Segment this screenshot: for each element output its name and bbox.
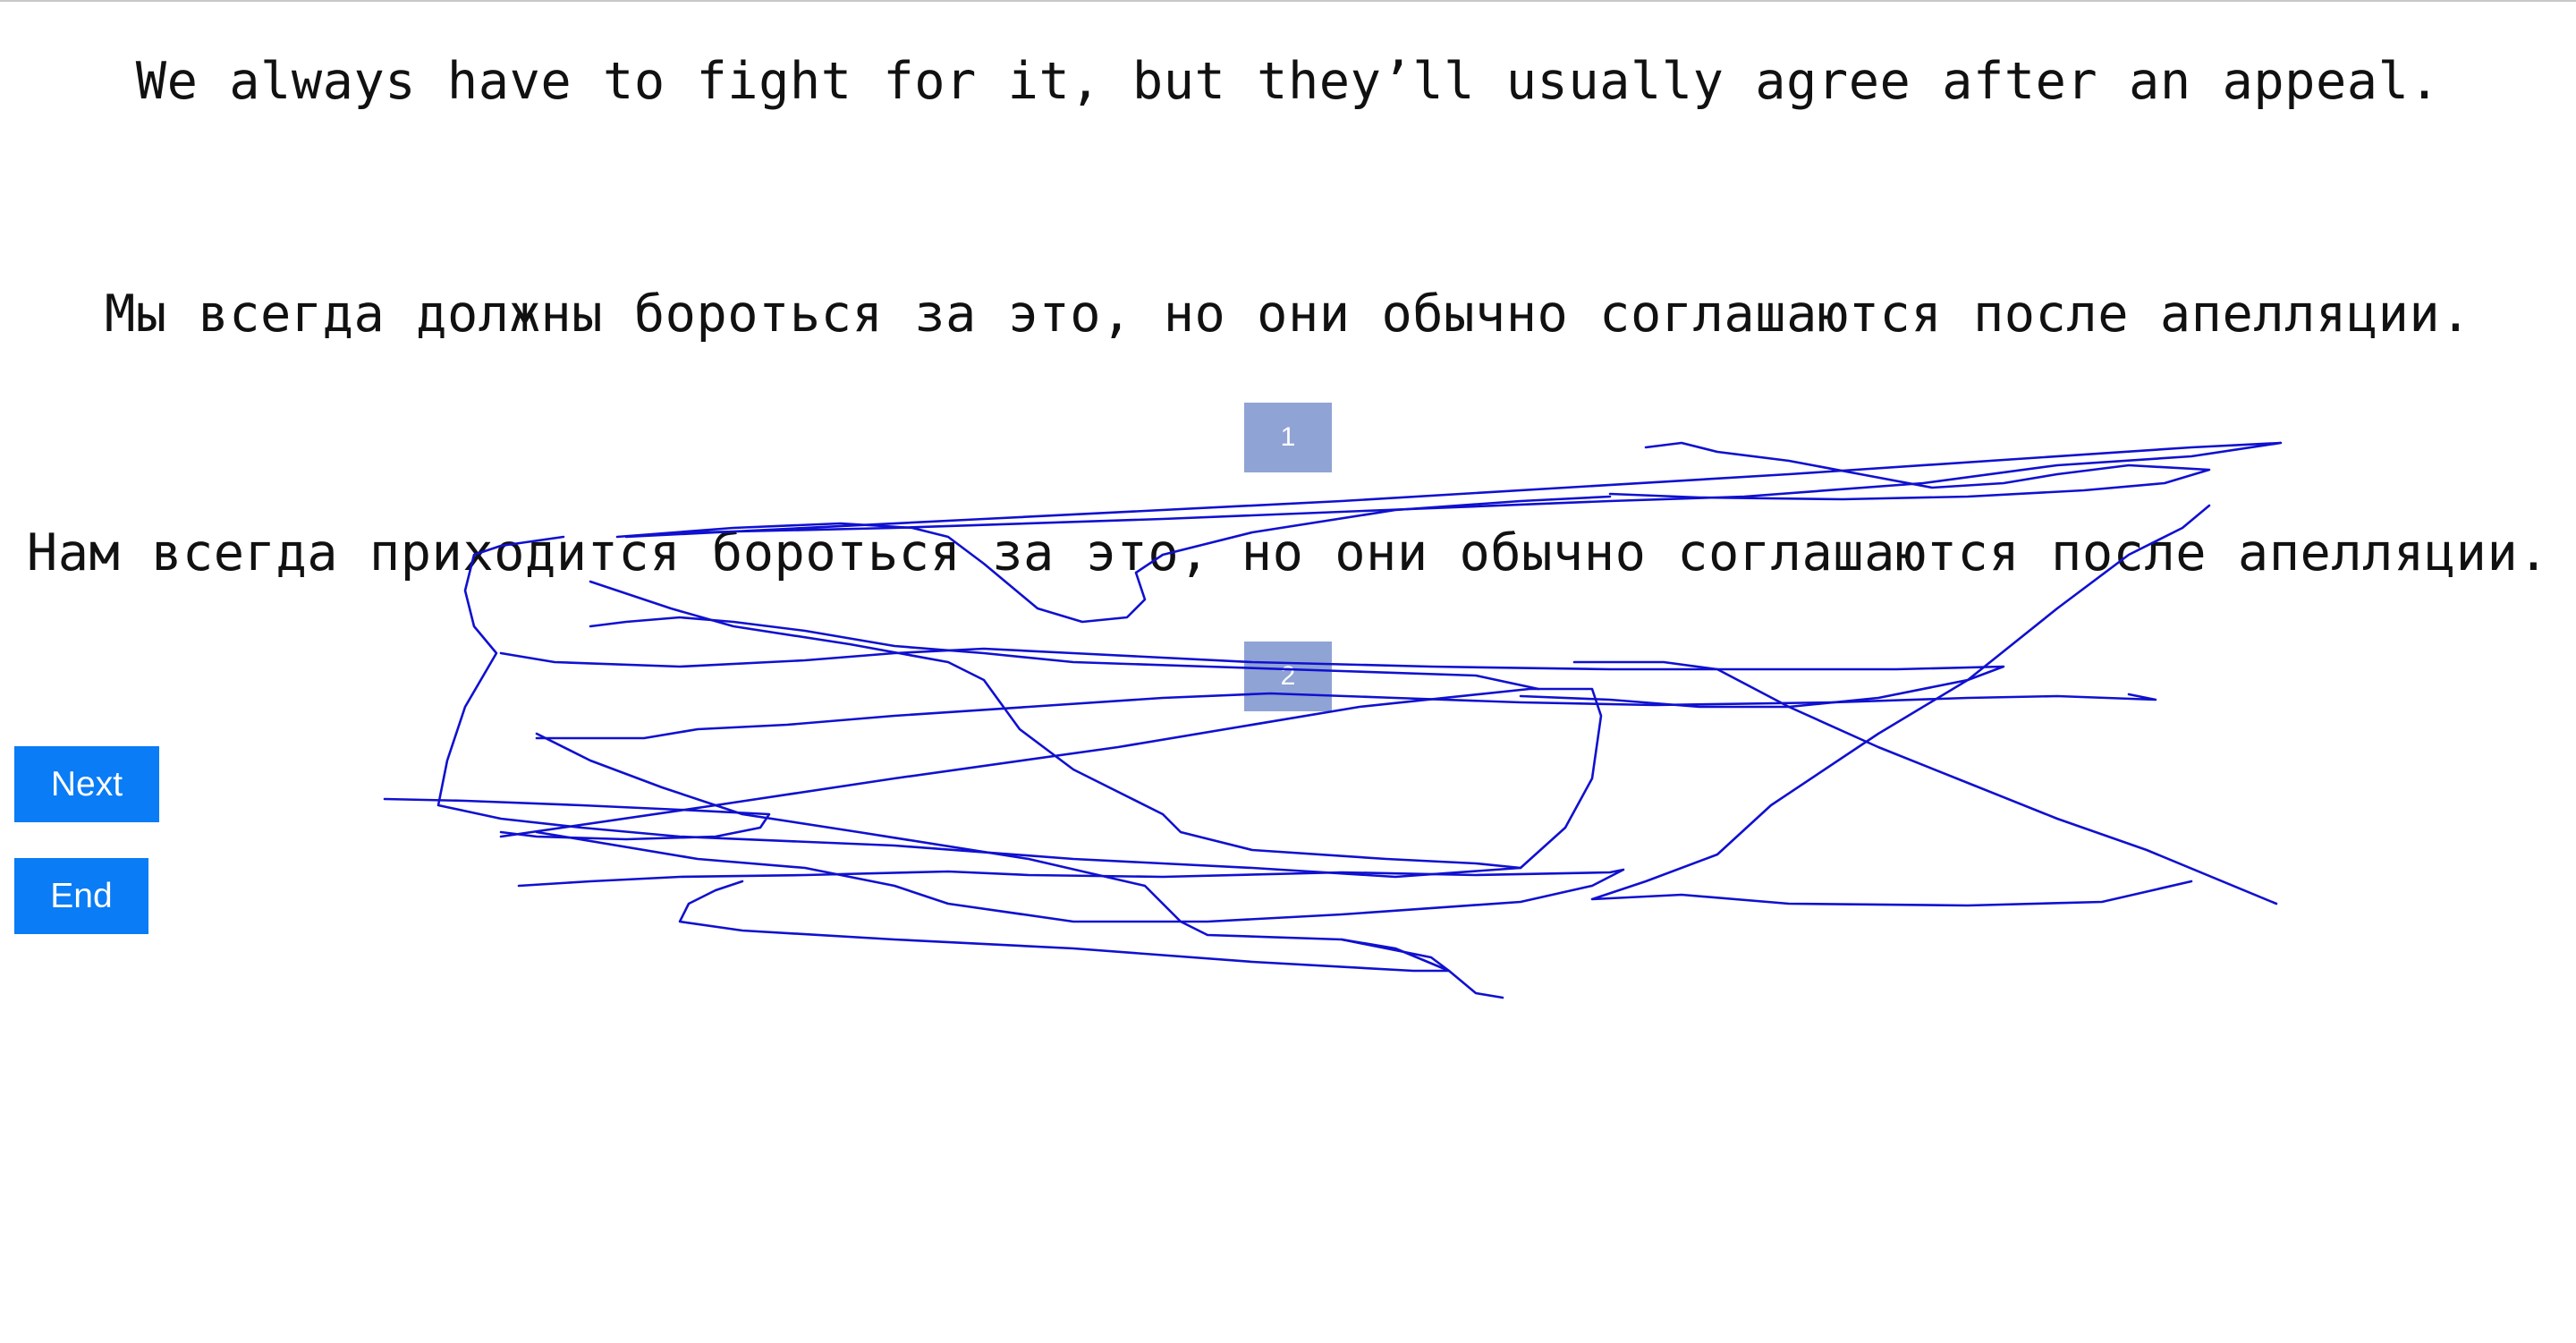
scribble-stroke-10 [535, 732, 1451, 973]
scribble-stroke-8 [517, 830, 1625, 923]
scribble-stroke-9 [383, 797, 771, 841]
choose-translation-1-button[interactable]: 1 [1244, 403, 1332, 472]
scribble-stroke-14 [589, 616, 1540, 691]
scribble-stroke-7 [1572, 660, 2278, 905]
scribble-stroke-13 [589, 580, 1522, 870]
scribble-stroke-3 [436, 535, 1603, 879]
source-sentence: We always have to fight for it, but they… [135, 52, 2441, 111]
translation-option-2: Нам всегда приходится бороться за это, н… [26, 523, 2550, 582]
translation-option-1: Мы всегда должны бороться за это, но они… [104, 285, 2472, 344]
choose-translation-2-button[interactable]: 2 [1244, 642, 1332, 711]
top-border [0, 0, 2576, 2]
next-button[interactable]: Next [14, 746, 159, 822]
scribble-stroke-2 [1608, 441, 2211, 501]
scribble-stroke-11 [1340, 938, 1504, 999]
end-button[interactable]: End [14, 858, 148, 934]
scribble-stroke-5 [535, 692, 2157, 740]
